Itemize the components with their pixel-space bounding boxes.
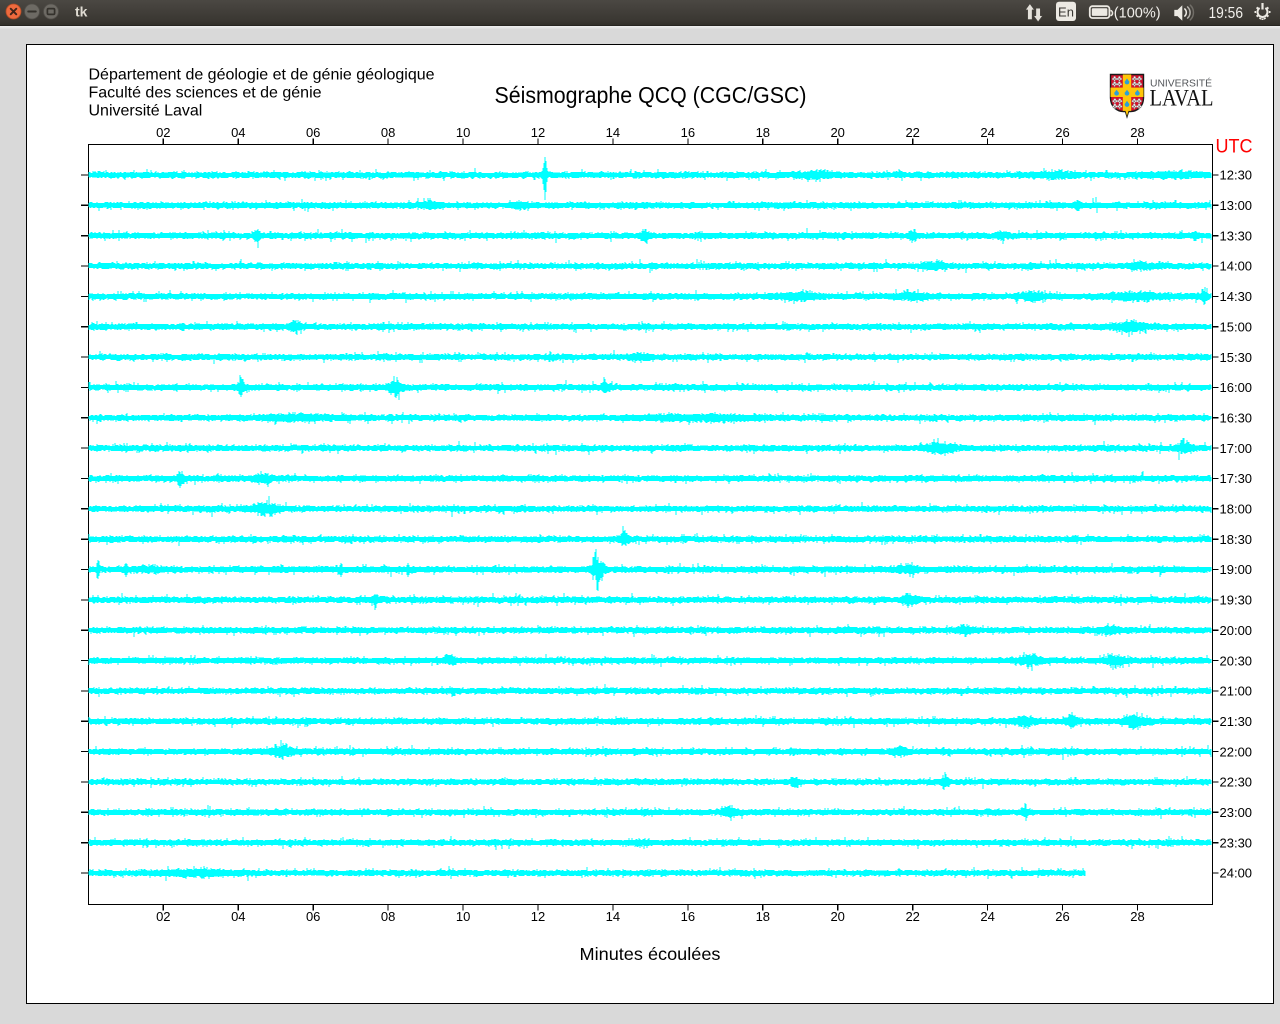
svg-text:10: 10 <box>456 909 470 924</box>
svg-text:21:00: 21:00 <box>1220 684 1253 699</box>
svg-text:Université Laval: Université Laval <box>89 103 203 120</box>
svg-text:21:30: 21:30 <box>1220 714 1253 729</box>
svg-text:16: 16 <box>681 909 695 924</box>
svg-text:Minutes écoulées: Minutes écoulées <box>580 944 721 964</box>
svg-text:Faculté des sciences et de gén: Faculté des sciences et de génie <box>89 85 322 102</box>
svg-text:06: 06 <box>306 125 320 140</box>
svg-text:LAVAL: LAVAL <box>1150 86 1214 111</box>
svg-text:13:00: 13:00 <box>1220 198 1253 213</box>
svg-text:08: 08 <box>381 909 395 924</box>
svg-text:22: 22 <box>905 125 919 140</box>
svg-text:18:00: 18:00 <box>1220 502 1253 517</box>
svg-text:12:30: 12:30 <box>1220 168 1253 183</box>
svg-text:02: 02 <box>156 125 170 140</box>
svg-text:17:30: 17:30 <box>1220 471 1253 486</box>
svg-text:22:00: 22:00 <box>1220 744 1253 759</box>
svg-text:28: 28 <box>1130 125 1144 140</box>
svg-text:14:30: 14:30 <box>1220 289 1253 304</box>
svg-text:18:30: 18:30 <box>1220 532 1253 547</box>
svg-text:04: 04 <box>231 125 245 140</box>
svg-text:26: 26 <box>1055 909 1069 924</box>
svg-text:02: 02 <box>156 909 170 924</box>
svg-text:14:00: 14:00 <box>1220 259 1253 274</box>
svg-text:15:00: 15:00 <box>1220 319 1253 334</box>
svg-text:20: 20 <box>830 125 844 140</box>
svg-text:24: 24 <box>980 909 994 924</box>
svg-text:22:30: 22:30 <box>1220 775 1253 790</box>
svg-text:04: 04 <box>231 909 245 924</box>
svg-text:12: 12 <box>531 125 545 140</box>
svg-text:20: 20 <box>830 909 844 924</box>
svg-text:08: 08 <box>381 125 395 140</box>
svg-text:06: 06 <box>306 909 320 924</box>
svg-text:16:00: 16:00 <box>1220 380 1253 395</box>
svg-text:15:30: 15:30 <box>1220 350 1253 365</box>
svg-text:28: 28 <box>1130 909 1144 924</box>
svg-text:20:30: 20:30 <box>1220 653 1253 668</box>
svg-text:18: 18 <box>756 909 770 924</box>
svg-text:19:30: 19:30 <box>1220 593 1253 608</box>
svg-text:24:00: 24:00 <box>1220 866 1253 881</box>
svg-text:17:00: 17:00 <box>1220 441 1253 456</box>
svg-text:UTC: UTC <box>1216 137 1253 158</box>
svg-text:23:30: 23:30 <box>1220 835 1253 850</box>
svg-text:18: 18 <box>756 125 770 140</box>
svg-text:14: 14 <box>606 909 620 924</box>
svg-text:24: 24 <box>980 125 994 140</box>
svg-text:14: 14 <box>606 125 620 140</box>
svg-text:16:30: 16:30 <box>1220 411 1253 426</box>
svg-text:10: 10 <box>456 125 470 140</box>
svg-text:16: 16 <box>681 125 695 140</box>
svg-text:22: 22 <box>905 909 919 924</box>
svg-text:Séismographe QCQ (CGC/GSC): Séismographe QCQ (CGC/GSC) <box>495 82 807 108</box>
svg-text:Département de géologie et de: Département de géologie et de génie géol… <box>89 67 435 84</box>
svg-text:13:30: 13:30 <box>1220 228 1253 243</box>
svg-text:19:00: 19:00 <box>1220 562 1253 577</box>
svg-text:23:00: 23:00 <box>1220 805 1253 820</box>
svg-text:12: 12 <box>531 909 545 924</box>
svg-text:26: 26 <box>1055 125 1069 140</box>
svg-text:20:00: 20:00 <box>1220 623 1253 638</box>
